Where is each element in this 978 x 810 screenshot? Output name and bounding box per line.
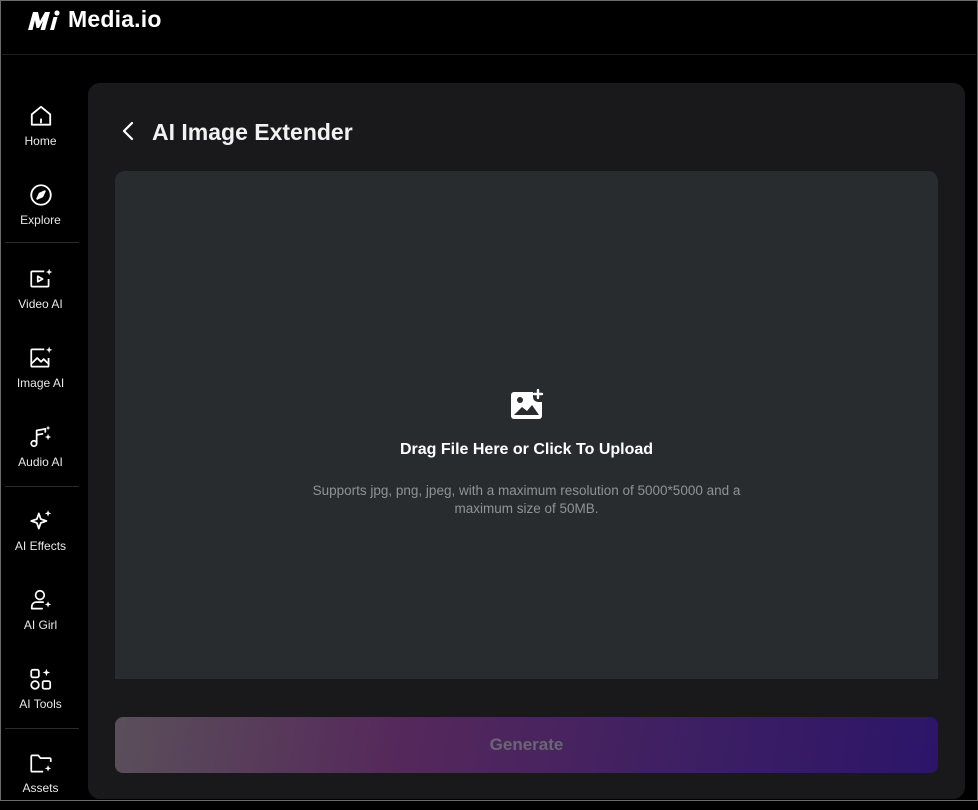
sidebar-divider — [5, 728, 79, 729]
media-io-logo-icon[interactable] — [26, 8, 62, 34]
sidebar-item-label: Audio AI — [18, 455, 63, 469]
app-window: Media.io Home Explore Video AI Image AI … — [0, 0, 978, 801]
sidebar-item-label: Explore — [20, 213, 61, 227]
ai-tools-icon — [29, 668, 51, 690]
upload-requirements: Supports jpg, png, jpeg, with a maximum … — [312, 483, 741, 516]
sidebar-item-assets[interactable]: Assets — [2, 740, 79, 810]
home-icon — [30, 105, 51, 126]
back-arrow-icon[interactable] — [118, 120, 140, 142]
upload-title: Drag File Here or Click To Upload — [399, 441, 654, 458]
sidebar-item-label: AI Girl — [23, 618, 58, 632]
sidebar-divider — [5, 242, 79, 243]
sidebar-item-ai-effects[interactable]: AI Effects — [2, 498, 79, 568]
folder-icon — [29, 754, 52, 773]
page-title: AI Image Extender — [152, 119, 353, 145]
sidebar-item-label: Home — [24, 134, 57, 148]
sidebar-item-label: Assets — [22, 781, 59, 795]
sparkle-icon — [29, 510, 51, 530]
sidebar-divider — [5, 486, 79, 487]
sidebar: Home Explore Video AI Image AI Audio AI … — [2, 85, 79, 801]
add-image-icon — [511, 389, 544, 419]
upload-dropzone[interactable]: Drag File Here or Click To Upload Suppor… — [115, 171, 938, 679]
sidebar-item-label: Image AI — [16, 376, 65, 390]
sidebar-item-label: AI Effects — [14, 539, 67, 553]
sidebar-item-audio-ai[interactable]: Audio AI — [2, 414, 79, 484]
sidebar-item-ai-girl[interactable]: AI Girl — [2, 577, 79, 647]
app-name[interactable]: Media.io — [68, 6, 162, 33]
sidebar-item-image-ai[interactable]: Image AI — [2, 335, 79, 405]
video-ai-icon — [29, 268, 52, 288]
generate-button[interactable]: Generate — [115, 717, 938, 773]
sidebar-item-ai-tools[interactable]: AI Tools — [2, 656, 79, 726]
ai-girl-icon — [30, 589, 51, 610]
compass-icon — [29, 184, 52, 206]
sidebar-item-label: Video AI — [18, 297, 63, 311]
top-bar: Media.io — [2, 2, 976, 55]
sidebar-item-video-ai[interactable]: Video AI — [2, 256, 79, 326]
audio-ai-icon — [29, 425, 51, 448]
image-ai-icon — [29, 346, 52, 368]
sidebar-item-label: AI Tools — [19, 697, 62, 711]
sidebar-item-home[interactable]: Home — [2, 93, 79, 163]
main-panel: AI Image Extender Drag File Here or Clic… — [88, 83, 965, 799]
sidebar-item-explore[interactable]: Explore — [2, 172, 79, 242]
